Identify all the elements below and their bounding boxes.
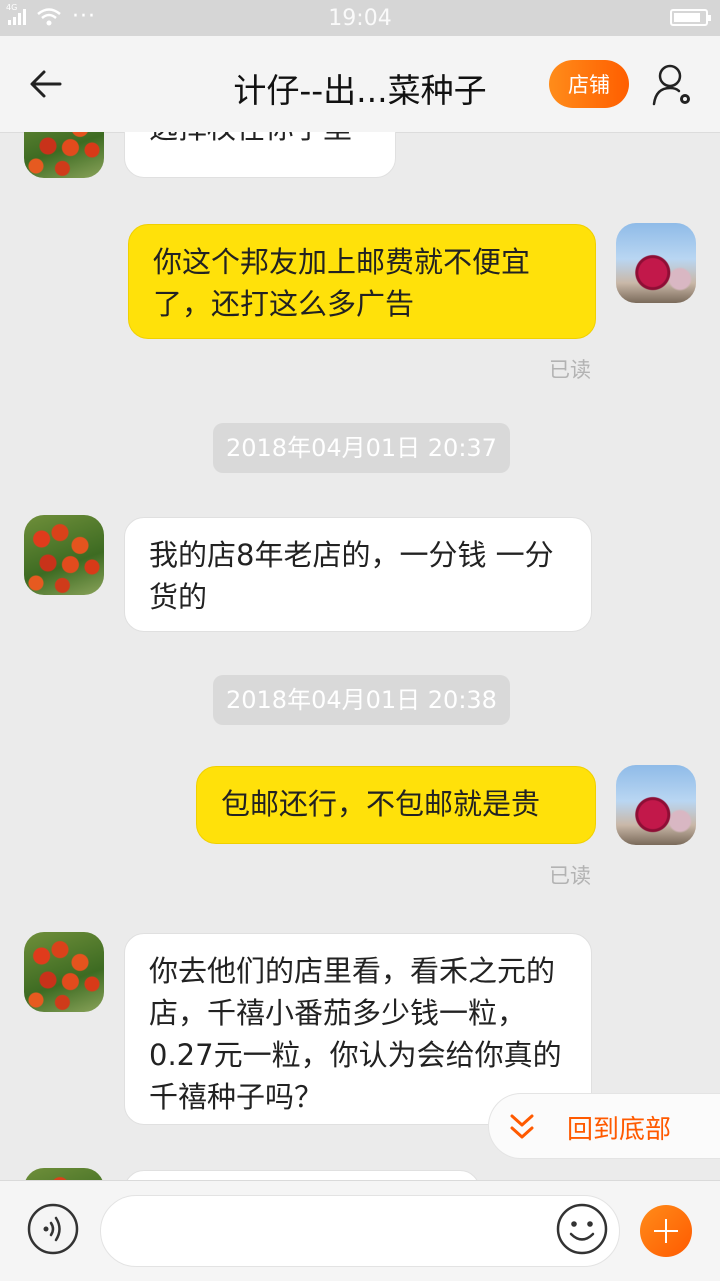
shop-avatar[interactable] [24, 932, 104, 1012]
read-status: 已读 [549, 358, 591, 382]
timestamp: 2018年04月01日 20:38 [213, 675, 510, 725]
message-bubble-outgoing: 你这个邦友加上邮费就不便宜了，还打这么多广告 [128, 224, 596, 339]
message-bubble-incoming [124, 1170, 480, 1180]
message-input[interactable] [100, 1195, 620, 1267]
read-status: 已读 [549, 864, 591, 888]
battery-icon [670, 9, 711, 26]
message-bubble-incoming: 选择权在你手里 [124, 132, 396, 178]
shop-avatar[interactable] [24, 1168, 104, 1180]
shop-button[interactable]: 店铺 [549, 60, 629, 108]
my-avatar[interactable] [616, 765, 696, 845]
chat-header: 计仔--出...菜种子 店铺 [0, 36, 720, 133]
back-arrow-icon[interactable] [26, 64, 66, 104]
my-avatar[interactable] [616, 223, 696, 303]
voice-icon[interactable] [27, 1203, 79, 1255]
page-title: 计仔--出...菜种子 [233, 71, 487, 110]
plus-icon[interactable] [640, 1205, 692, 1257]
jump-to-bottom-label: 回到底部 [567, 1115, 672, 1145]
emoji-icon[interactable] [556, 1203, 608, 1255]
message-list[interactable]: 选择权在你手里 你这个邦友加上邮费就不便宜了，还打这么多广告 已读 2018年0… [0, 132, 720, 1180]
message-bubble-incoming: 我的店8年老店的，一分钱 一分货的 [124, 517, 592, 632]
message-bubble-outgoing: 包邮还行，不包邮就是贵 [196, 766, 596, 844]
status-bar: 4G ··· 19:04 [0, 0, 720, 36]
clock: 19:04 [328, 6, 392, 31]
shop-avatar[interactable] [24, 515, 104, 595]
shop-avatar[interactable] [24, 132, 104, 178]
double-chevron-down-icon [510, 1114, 534, 1139]
jump-to-bottom-button[interactable]: 回到底部 [488, 1093, 720, 1159]
input-bar [0, 1180, 720, 1281]
user-settings-icon[interactable] [650, 62, 696, 108]
timestamp: 2018年04月01日 20:37 [213, 423, 510, 473]
